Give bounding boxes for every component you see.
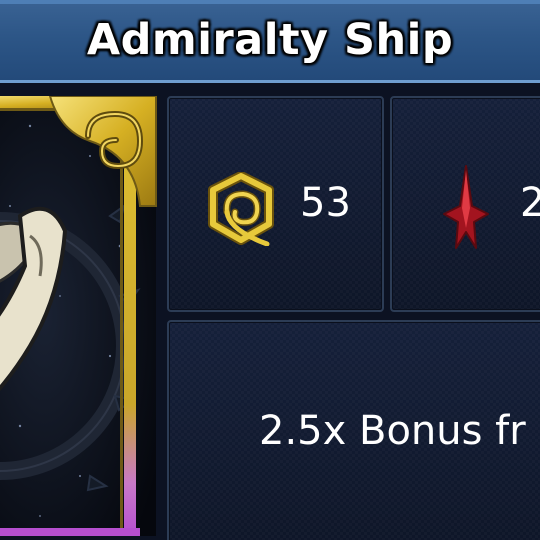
admiralty-ship-card: Admiralty Ship 53 2 2.5x Bonus fr <box>0 0 540 540</box>
stat-panel-gold[interactable]: 53 <box>167 96 384 312</box>
bonus-panel[interactable]: 2.5x Bonus fr <box>167 320 540 540</box>
bonus-text: 2.5x Bonus fr <box>259 408 526 454</box>
red-spike-resource-icon <box>440 164 492 254</box>
stat-panel-red[interactable]: 2 <box>390 96 540 312</box>
gold-resource-value: 53 <box>300 180 351 226</box>
red-resource-value: 2 <box>520 180 540 226</box>
ship-title: Admiralty Ship <box>86 15 454 65</box>
title-bar: Admiralty Ship <box>0 0 540 83</box>
title-bar-highlight <box>0 0 540 4</box>
gold-spiral-resource-icon <box>207 171 275 250</box>
ship-portrait[interactable] <box>0 96 160 536</box>
portrait-art <box>0 96 157 536</box>
